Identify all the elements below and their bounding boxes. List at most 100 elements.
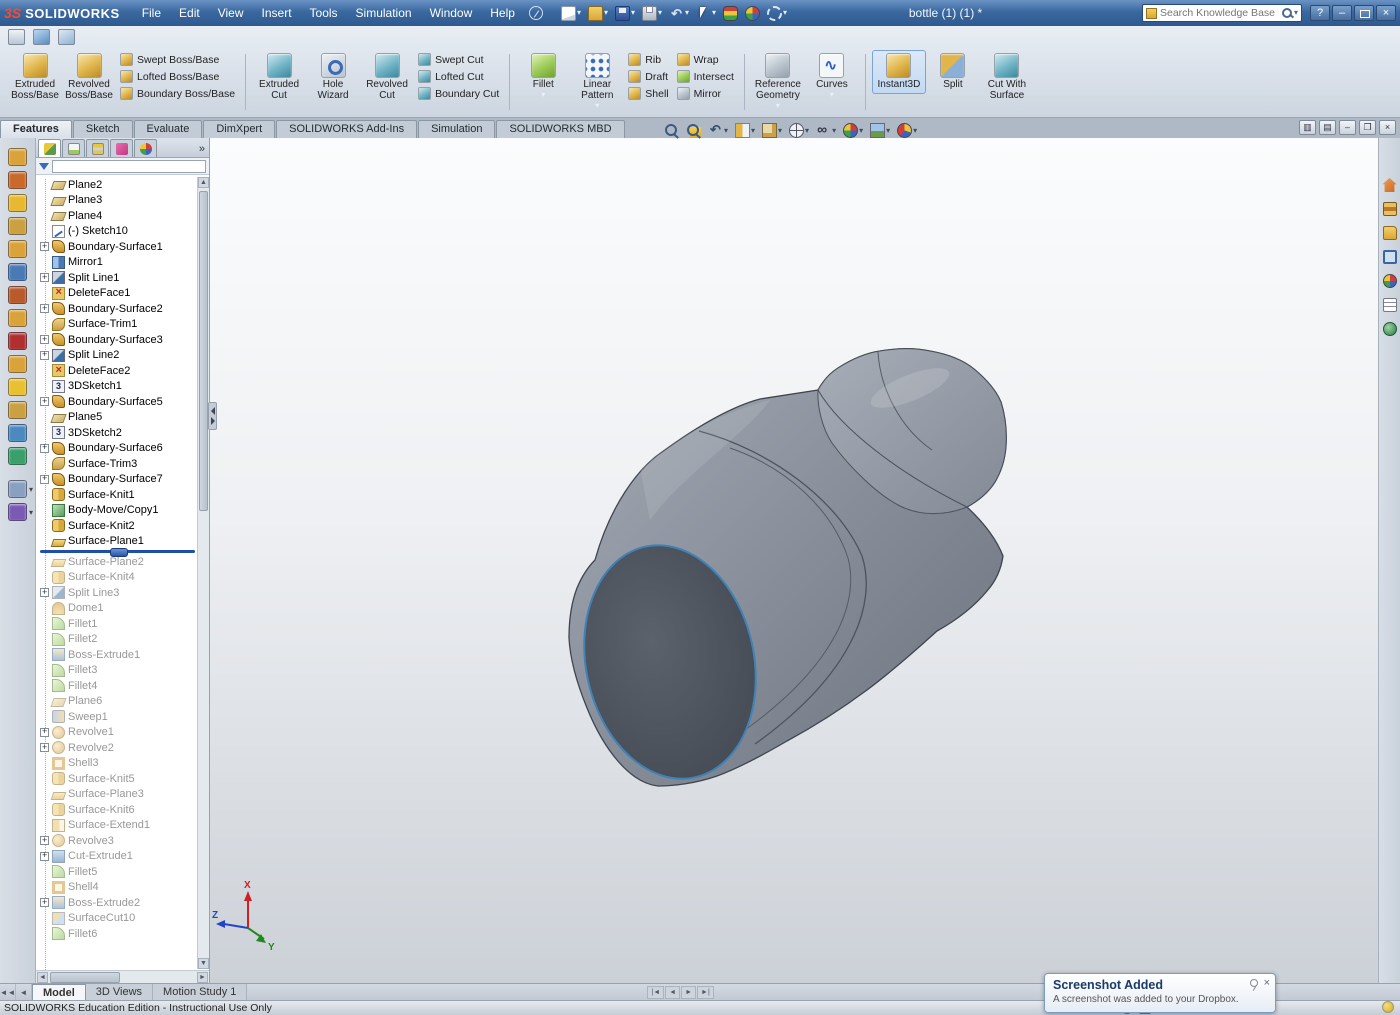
- tree-item-surface-plane3[interactable]: Surface-Plane3: [40, 787, 197, 803]
- expand-icon[interactable]: [40, 444, 49, 453]
- shell-button[interactable]: Shell: [624, 86, 672, 101]
- tree-filter-input[interactable]: [52, 160, 206, 173]
- menu-simulation[interactable]: Simulation: [348, 3, 420, 23]
- mirror-button[interactable]: Mirror: [673, 86, 738, 101]
- expand-icon[interactable]: [40, 397, 49, 406]
- doc-close-button[interactable]: ×: [1379, 120, 1396, 135]
- dropdown-caret-icon[interactable]: ▾: [776, 102, 780, 110]
- expand-icon[interactable]: [40, 475, 49, 484]
- tab-solidworks-mbd[interactable]: SOLIDWORKS MBD: [496, 120, 624, 138]
- close-icon[interactable]: ×: [1264, 978, 1270, 988]
- view-tool-icon[interactable]: [33, 29, 50, 45]
- restore-button[interactable]: [1354, 5, 1374, 21]
- left-tool-6-button[interactable]: [8, 263, 27, 281]
- dropdown-caret-icon[interactable]: ▾: [886, 126, 890, 135]
- revolved-boss-base-button[interactable]: Revolved Boss/Base: [62, 50, 116, 105]
- dropdown-caret-icon[interactable]: ▾: [604, 9, 608, 17]
- expand-icon[interactable]: [40, 242, 49, 251]
- tree-item-revolve3[interactable]: Revolve3: [40, 833, 197, 849]
- status-alert-icon[interactable]: [1382, 1001, 1394, 1013]
- menu-insert[interactable]: Insert: [254, 3, 300, 23]
- left-tool-16-button[interactable]: ▾: [8, 503, 27, 521]
- expand-icon[interactable]: [40, 304, 49, 313]
- tree-item-deleteface2[interactable]: DeleteFace2: [40, 363, 197, 379]
- menu-help[interactable]: Help: [482, 3, 523, 23]
- tree-item-fillet4[interactable]: Fillet4: [40, 678, 197, 694]
- left-tool-11-button[interactable]: [8, 378, 27, 396]
- tree-item-deleteface1[interactable]: DeleteFace1: [40, 286, 197, 302]
- tab-model[interactable]: Model: [32, 984, 86, 1000]
- split-button[interactable]: Split: [926, 50, 980, 94]
- sketch-tool-icon[interactable]: [8, 29, 25, 45]
- extruded-boss-base-button[interactable]: Extruded Boss/Base: [8, 50, 62, 105]
- tab-dimxpert[interactable]: DimXpert: [203, 120, 275, 138]
- tree-item-plane6[interactable]: Plane6: [40, 694, 197, 710]
- tree-item-plane2[interactable]: Plane2: [40, 177, 197, 193]
- reference-geometry-button[interactable]: Reference Geometry▾: [751, 50, 805, 113]
- expand-icon[interactable]: [40, 836, 49, 845]
- linear-pattern-button[interactable]: Linear Pattern▾: [570, 50, 624, 113]
- dropdown-caret-icon[interactable]: ▾: [29, 486, 33, 494]
- tab-splitter-3-button[interactable]: ►: [681, 986, 696, 999]
- tree-item-boundary-surface1[interactable]: Boundary-Surface1: [40, 239, 197, 255]
- tree-item-surface-plane2[interactable]: Surface-Plane2: [40, 554, 197, 570]
- menu-edit[interactable]: Edit: [171, 3, 208, 23]
- custom-properties-tab[interactable]: [1381, 296, 1399, 314]
- tab-evaluate[interactable]: Evaluate: [134, 120, 203, 138]
- manager-chevron-icon[interactable]: »: [199, 143, 205, 157]
- left-tool-12-button[interactable]: [8, 401, 27, 419]
- tree-item-plane3[interactable]: Plane3: [40, 193, 197, 209]
- options-button[interactable]: ▾: [765, 5, 789, 22]
- tree-item-fillet2[interactable]: Fillet2: [40, 632, 197, 648]
- tree-item-surfacecut10[interactable]: SurfaceCut10: [40, 911, 197, 927]
- dropdown-caret-icon[interactable]: ▾: [658, 9, 662, 17]
- left-tool-3-button[interactable]: [8, 194, 27, 212]
- tree-item-boundary-surface7[interactable]: Boundary-Surface7: [40, 472, 197, 488]
- tree-vscroll-thumb[interactable]: [199, 191, 208, 511]
- tab-sketch[interactable]: Sketch: [73, 120, 133, 138]
- tree-item-surface-knit4[interactable]: Surface-Knit4: [40, 570, 197, 586]
- expand-icon[interactable]: [40, 728, 49, 737]
- dropdown-caret-icon[interactable]: ▾: [685, 9, 689, 17]
- tab-motion-study-1[interactable]: Motion Study 1: [153, 984, 247, 1000]
- edit-appearance-button[interactable]: ▾: [841, 122, 865, 139]
- fillet-button[interactable]: Fillet▾: [516, 50, 570, 102]
- tree-item-body-move-copy1[interactable]: Body-Move/Copy1: [40, 503, 197, 519]
- workspace-2-button[interactable]: ▤: [1319, 120, 1336, 135]
- lofted-boss-base-button[interactable]: Lofted Boss/Base: [116, 69, 239, 84]
- pin-icon[interactable]: [1250, 979, 1258, 987]
- tree-item-boundary-surface5[interactable]: Boundary-Surface5: [40, 394, 197, 410]
- graphics-viewport[interactable]: X Z Y: [210, 138, 1378, 983]
- expand-icon[interactable]: [40, 335, 49, 344]
- tree-item-split-line1[interactable]: Split Line1: [40, 270, 197, 286]
- configurationmanager-tab[interactable]: [86, 139, 109, 157]
- tree-item-mirror1[interactable]: Mirror1: [40, 255, 197, 271]
- expand-icon[interactable]: [40, 588, 49, 597]
- new-document-button[interactable]: ▾: [559, 5, 583, 22]
- tree-item-boss-extrude2[interactable]: Boss-Extrude2: [40, 895, 197, 911]
- search-caret-icon[interactable]: ▾: [1294, 9, 1298, 17]
- hole-wizard-button[interactable]: Hole Wizard: [306, 50, 360, 105]
- menu-window[interactable]: Window: [422, 3, 481, 23]
- file-explorer-tab[interactable]: [1381, 224, 1399, 242]
- tree-item-cut-extrude1[interactable]: Cut-Extrude1: [40, 849, 197, 865]
- search-input[interactable]: [1160, 7, 1280, 19]
- dropdown-caret-icon[interactable]: ▾: [751, 126, 755, 135]
- tab-nav-1-button[interactable]: ◄◄: [0, 984, 16, 1000]
- bottle-model[interactable]: [563, 349, 1006, 795]
- tree-vertical-scrollbar[interactable]: ▲ ▼: [197, 177, 209, 969]
- wrap-button[interactable]: Wrap: [673, 52, 738, 67]
- featuremanager-tab[interactable]: [38, 139, 61, 157]
- left-tool-13-button[interactable]: [8, 424, 27, 442]
- save-button[interactable]: ▾: [613, 5, 637, 22]
- dropdown-caret-icon[interactable]: ▾: [832, 126, 836, 135]
- left-tool-5-button[interactable]: [8, 240, 27, 258]
- tree-item-plane5[interactable]: Plane5: [40, 410, 197, 426]
- tree-item-fillet1[interactable]: Fillet1: [40, 616, 197, 632]
- display-style-button[interactable]: ▾: [787, 122, 811, 139]
- tree-item-surface-knit6[interactable]: Surface-Knit6: [40, 802, 197, 818]
- tree-item-dome1[interactable]: Dome1: [40, 601, 197, 617]
- scroll-right-icon[interactable]: ►: [197, 972, 208, 983]
- dropdown-caret-icon[interactable]: ▾: [712, 9, 716, 17]
- tree-horizontal-scrollbar[interactable]: ◄ ►: [36, 970, 209, 983]
